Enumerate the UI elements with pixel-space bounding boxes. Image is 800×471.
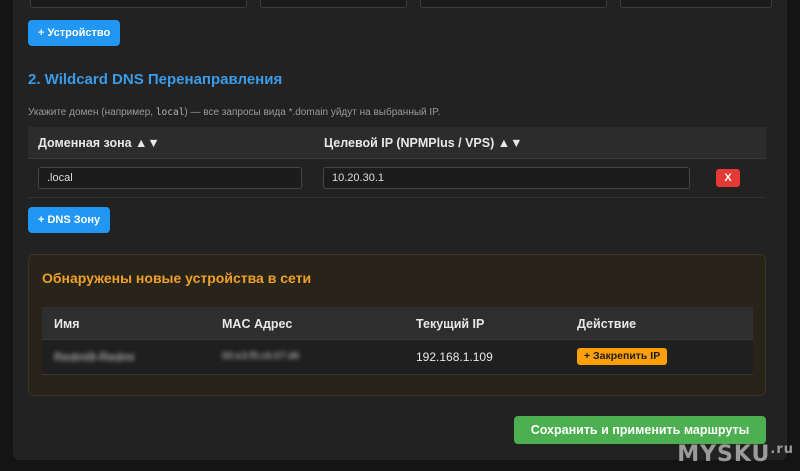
- discovered-devices-table: Имя MAC Адрес Текущий IP Действие Redmi9…: [42, 307, 753, 375]
- desc-text: ) — все запросы вида *.domain уйдут на в…: [184, 107, 441, 118]
- device-mac: 00:e3:f5:c6:07:d6: [222, 351, 300, 362]
- discovered-devices-title: Обнаружены новые устройства в сети: [42, 270, 312, 286]
- desc-text: Укажите домен (например,: [28, 107, 156, 118]
- top-device-inputs-partial: [30, 0, 772, 8]
- zone-input[interactable]: [38, 167, 302, 189]
- target-ip-input[interactable]: [323, 167, 690, 189]
- device-input-partial[interactable]: [260, 0, 407, 8]
- device-ip: 192.168.1.109: [416, 350, 493, 364]
- wildcard-description: Укажите домен (например, local) — все за…: [28, 107, 440, 118]
- add-dns-zone-button[interactable]: + DNS Зону: [28, 207, 111, 233]
- device-input-partial[interactable]: [620, 0, 772, 8]
- watermark-logo: MYSKU.ru: [677, 442, 794, 467]
- table-row: X: [28, 159, 766, 198]
- table-row: Redmi9-Redmi 00:e3:f5:c6:07:d6 192.168.1…: [42, 340, 753, 375]
- wildcard-section-title: 2. Wildcard DNS Перенаправления: [28, 71, 283, 88]
- column-header-mac: MAC Адрес: [222, 317, 293, 331]
- add-device-button[interactable]: + Устройство: [28, 20, 121, 46]
- device-name: Redmi9-Redmi: [54, 350, 135, 364]
- save-apply-routes-button[interactable]: Сохранить и применить маршруты: [514, 416, 766, 444]
- column-header-zone[interactable]: Доменная зона ▲▼: [38, 136, 160, 150]
- delete-row-button[interactable]: X: [716, 169, 740, 187]
- column-header-ip: Текущий IP: [416, 317, 485, 331]
- discovered-devices-box: Обнаружены новые устройства в сети Имя M…: [28, 254, 766, 396]
- column-header-name: Имя: [54, 317, 80, 331]
- watermark-suffix: .ru: [770, 442, 794, 457]
- watermark-main: MYSKU: [677, 442, 771, 467]
- table-header: Доменная зона ▲▼ Целевой IP (NPMPlus / V…: [28, 127, 766, 159]
- column-header-target-ip[interactable]: Целевой IP (NPMPlus / VPS) ▲▼: [324, 136, 522, 150]
- pin-ip-button[interactable]: + Закрепить IP: [577, 348, 668, 365]
- dns-zone-table: Доменная зона ▲▼ Целевой IP (NPMPlus / V…: [28, 127, 766, 198]
- desc-code: local: [155, 107, 185, 118]
- device-input-partial[interactable]: [420, 0, 607, 8]
- column-header-action: Действие: [577, 317, 637, 331]
- table-header: Имя MAC Адрес Текущий IP Действие: [42, 307, 753, 340]
- device-input-partial[interactable]: [30, 0, 247, 8]
